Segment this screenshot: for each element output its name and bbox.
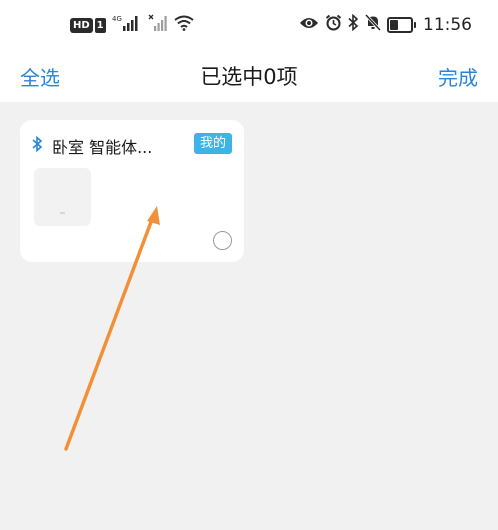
annotation-arrow-icon (64, 206, 160, 451)
